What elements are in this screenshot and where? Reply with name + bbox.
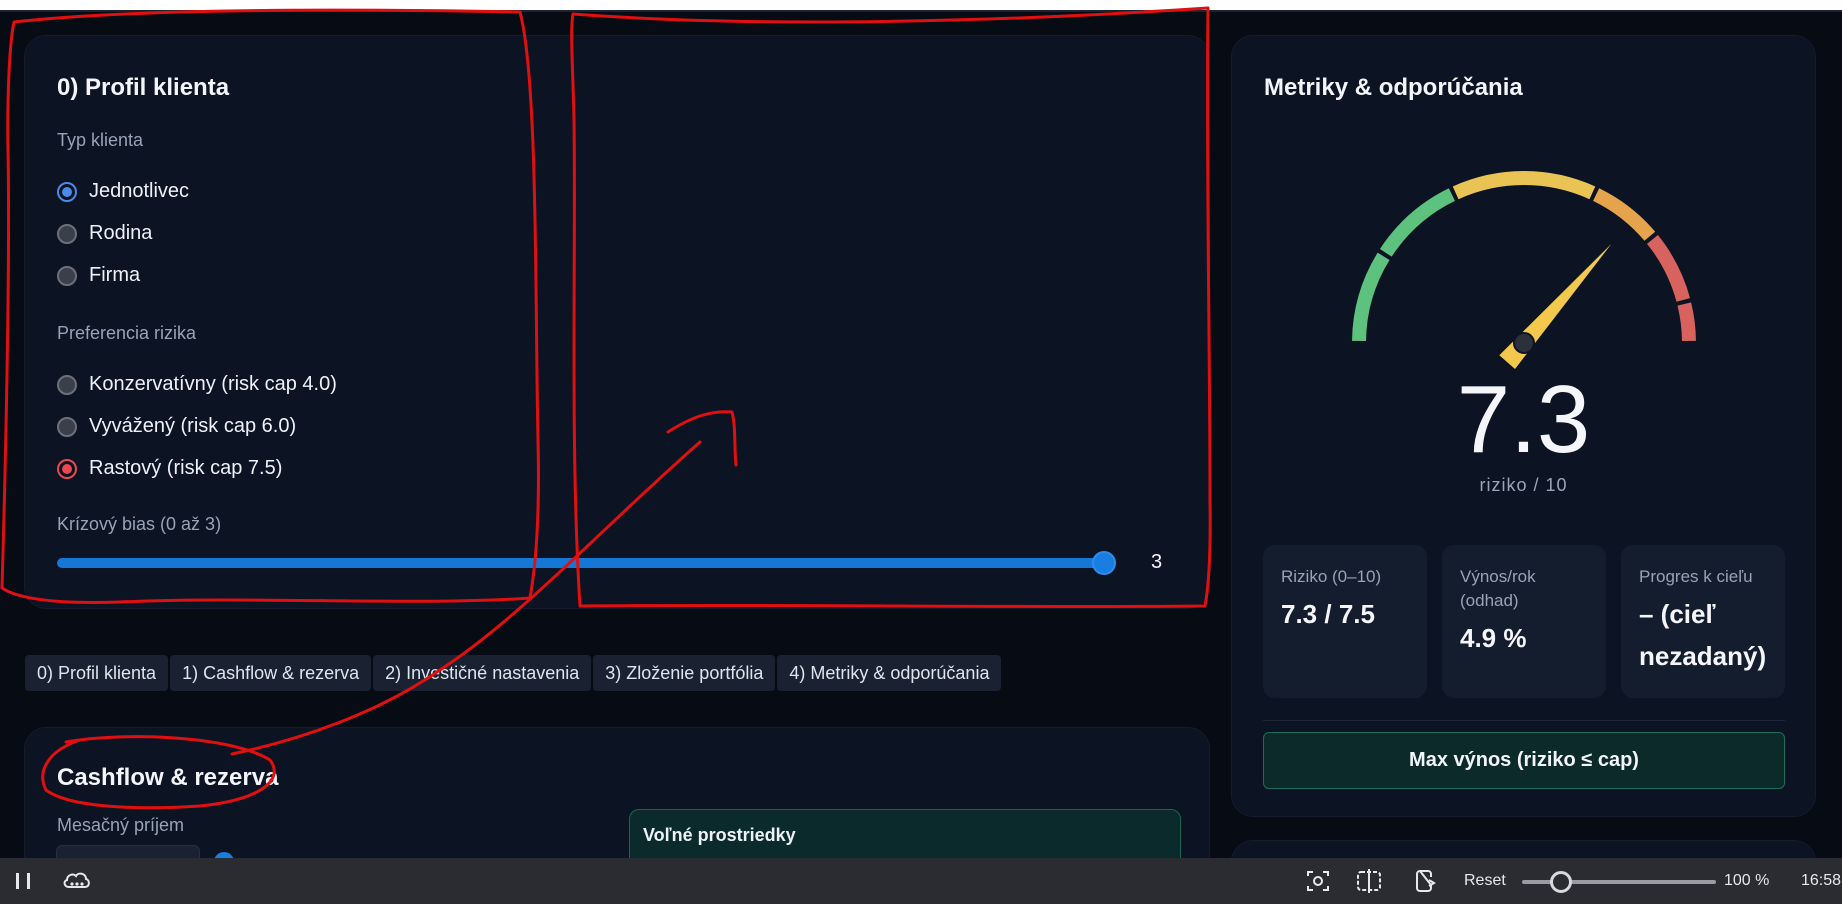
screenshot-icon[interactable]	[1303, 866, 1333, 896]
max-return-button[interactable]: Max výnos (riziko ≤ cap)	[1263, 732, 1785, 789]
radio-label: Rodina	[89, 222, 153, 244]
radio-label: Jednotlivec	[89, 180, 190, 202]
crisis-bias-slider-track[interactable]	[57, 558, 1103, 568]
radio-unchecked-icon	[57, 416, 77, 437]
zoom-reset-button[interactable]: Reset	[1464, 858, 1506, 904]
stat-risk: Riziko (0–10) 7.3 / 7.5	[1263, 545, 1427, 698]
radio-risk-vyvazeny[interactable]: Vyvážený (risk cap 6.0)	[57, 415, 296, 438]
radio-client-firma[interactable]: Firma	[57, 264, 140, 287]
stat-label: Výnos/rok (odhad)	[1460, 567, 1536, 610]
stat-return: Výnos/rok (odhad) 4.9 %	[1442, 545, 1606, 698]
profile-card: 0) Profil klienta Typ klienta Jednotlive…	[24, 35, 1210, 609]
tab-investicne-nastavenia[interactable]: 2) Investičné nastavenia	[373, 655, 592, 691]
radio-client-jednotlivec[interactable]: Jednotlivec	[57, 180, 189, 203]
profile-title: 0) Profil klienta	[57, 74, 230, 101]
gauge-hub	[1513, 332, 1535, 354]
risk-pref-label: Preferencia rizika	[57, 323, 197, 343]
stat-value: – (cieľ nezadaný)	[1639, 599, 1767, 671]
stat-value: 4.9 %	[1460, 623, 1527, 653]
radio-label: Firma	[89, 264, 141, 286]
radio-checked-icon	[57, 181, 77, 202]
stat-label: Progres k cieľu	[1639, 567, 1753, 586]
cashflow-title: Cashflow & rezerva	[57, 764, 279, 791]
window-top-border	[0, 0, 1842, 10]
stat-label: Riziko (0–10)	[1281, 567, 1382, 586]
radio-unchecked-icon	[57, 374, 77, 395]
pause-icon[interactable]	[9, 866, 39, 896]
phone-link-icon[interactable]	[1410, 866, 1440, 896]
section-tabs: 0) Profil klienta 1) Cashflow & rezerva …	[25, 655, 1002, 691]
crisis-bias-value: 3	[1151, 551, 1163, 573]
radio-risk-konzervativny[interactable]: Konzervatívny (risk cap 4.0)	[57, 373, 337, 396]
radio-checked-icon	[57, 458, 77, 479]
window-top-divider	[0, 10, 1842, 12]
gauge-arc-segment-5	[1677, 302, 1696, 342]
radio-risk-rastovy[interactable]: Rastový (risk cap 7.5)	[57, 457, 282, 480]
radio-label: Rastový (risk cap 7.5)	[89, 457, 283, 479]
monthly-income-label: Mesačný príjem	[57, 815, 185, 835]
crisis-bias-label: Krízový bias (0 až 3)	[57, 514, 222, 534]
clock-time: 16:58	[1801, 872, 1842, 889]
split-icon[interactable]	[1354, 866, 1384, 896]
cloud-icon[interactable]	[61, 866, 91, 896]
taskbar: Reset 100 % 16:58	[0, 858, 1842, 904]
gauge-arc-segment-4	[1646, 235, 1691, 302]
stat-value: 7.3 / 7.5	[1281, 599, 1375, 629]
tab-metriky[interactable]: 4) Metriky & odporúčania	[777, 655, 1002, 691]
stat-goal-progress: Progres k cieľu – (cieľ nezadaný)	[1621, 545, 1785, 698]
radio-label: Vyvážený (risk cap 6.0)	[89, 415, 297, 437]
gauge-arc-segment-0	[1352, 252, 1390, 342]
gauge-arcs	[1352, 171, 1696, 342]
crisis-bias-slider-thumb[interactable]	[1092, 551, 1116, 575]
radio-unchecked-icon	[57, 223, 77, 244]
free-funds-label: Voľné prostriedky	[643, 825, 796, 845]
zoom-slider-thumb[interactable]	[1550, 871, 1572, 893]
tab-profil-klienta[interactable]: 0) Profil klienta	[25, 655, 169, 691]
tab-cashflow[interactable]: 1) Cashflow & rezerva	[170, 655, 372, 691]
gauge-caption: riziko / 10	[1479, 475, 1568, 495]
metrics-divider	[1263, 720, 1785, 721]
metrics-title: Metriky & odporúčania	[1264, 74, 1523, 101]
radio-unchecked-icon	[57, 265, 77, 286]
gauge-arc-segment-1	[1379, 188, 1456, 257]
gauge-arc-segment-3	[1592, 188, 1656, 241]
risk-gauge	[1352, 171, 1696, 370]
gauge-value: 7.3	[1456, 366, 1591, 473]
radio-client-rodina[interactable]: Rodina	[57, 222, 152, 245]
gauge-arc-segment-2	[1452, 171, 1596, 200]
radio-label: Konzervatívny (risk cap 4.0)	[89, 373, 337, 395]
tab-zlozenie-portfolia[interactable]: 3) Zloženie portfólia	[593, 655, 776, 691]
zoom-level: 100 %	[1724, 872, 1770, 889]
client-type-label: Typ klienta	[57, 130, 144, 150]
